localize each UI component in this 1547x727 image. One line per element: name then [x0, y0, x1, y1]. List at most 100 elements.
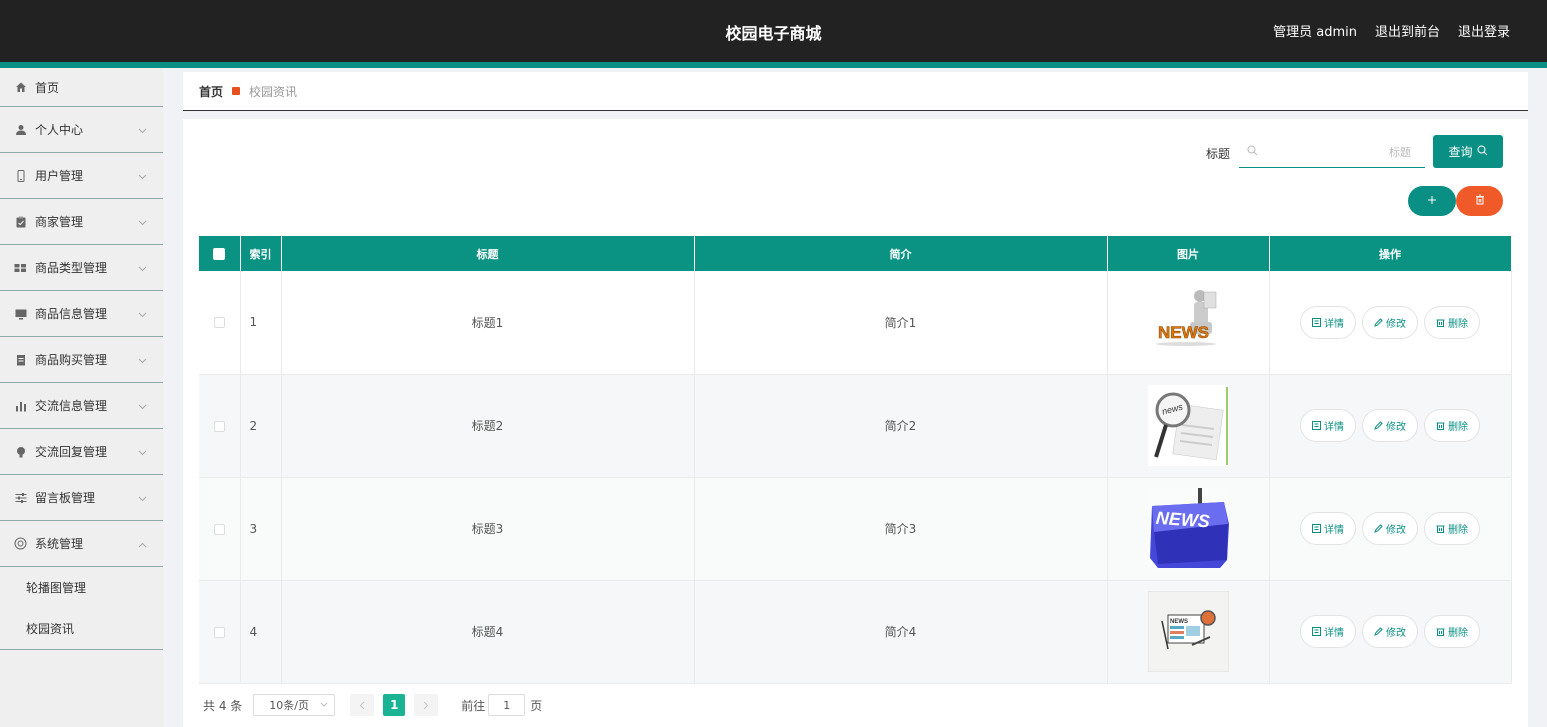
- news-thumbnail: news: [1147, 385, 1229, 466]
- chevron-down-icon: [138, 307, 147, 321]
- sidebar-item-users[interactable]: 用户管理: [0, 153, 163, 199]
- row-checkbox[interactable]: [213, 420, 225, 432]
- breadcrumb-home[interactable]: 首页: [199, 83, 223, 100]
- chevron-up-icon: [138, 537, 147, 551]
- chevron-down-icon: [138, 123, 147, 137]
- row-checkbox[interactable]: [213, 317, 225, 329]
- breadcrumb: 首页 校园资讯: [183, 72, 1528, 111]
- sidebar-item-product-types[interactable]: 商品类型管理: [0, 245, 163, 291]
- sidebar-item-messages[interactable]: 交流信息管理: [0, 383, 163, 429]
- header-actions: 管理员 admin 退出到前台 退出登录: [1273, 21, 1510, 40]
- trash-icon: [1436, 422, 1445, 430]
- sidebar-item-merchants[interactable]: 商家管理: [0, 199, 163, 245]
- edit-icon: [1374, 524, 1383, 533]
- column-header-index: 索引: [240, 236, 282, 271]
- row-select-cell: [199, 271, 241, 375]
- page-size-value: 10条/页: [269, 699, 309, 712]
- grid-icon: [14, 261, 27, 274]
- sidebar-item-system[interactable]: 系统管理: [0, 521, 163, 567]
- sidebar: 首页 个人中心 用户管理 商家管理 商品类型管理 商品信息管理 商品购买管理 交…: [0, 68, 163, 727]
- edit-label: 修改: [1386, 628, 1406, 639]
- chevron-right-icon: [423, 701, 429, 709]
- top-header: 校园电子商城 管理员 admin 退出到前台 退出登录: [0, 0, 1547, 62]
- row-actions-cell: 详情 修改 删除: [1269, 580, 1512, 684]
- delete-label: 删除: [1448, 525, 1468, 536]
- row-intro: 简介4: [694, 580, 1108, 684]
- query-button[interactable]: 查询: [1433, 135, 1503, 168]
- user-icon: [14, 123, 27, 136]
- prev-page-button[interactable]: [350, 694, 375, 716]
- edit-icon: [1374, 421, 1383, 430]
- logout-link[interactable]: 退出登录: [1458, 21, 1510, 40]
- trash-icon: [1436, 628, 1445, 636]
- delete-button[interactable]: 删除: [1424, 512, 1480, 545]
- detail-button[interactable]: 详情: [1300, 512, 1356, 545]
- row-intro: 简介2: [694, 374, 1108, 478]
- sidebar-item-label: 留言板管理: [35, 491, 96, 505]
- table-row: 2 标题2 简介2 news 详情 修改 删除: [199, 374, 1512, 478]
- sidebar-item-label: 系统管理: [35, 537, 84, 551]
- row-intro: 简介1: [694, 271, 1108, 375]
- delete-button[interactable]: 删除: [1424, 409, 1480, 442]
- svg-text:NEWS: NEWS: [1155, 508, 1210, 532]
- query-button-label: 查询: [1448, 145, 1473, 159]
- detail-icon: [1312, 317, 1321, 327]
- sidebar-item-profile[interactable]: 个人中心: [0, 107, 163, 153]
- row-image-cell: NEWS: [1107, 477, 1270, 581]
- svg-text:NEWS: NEWS: [1158, 323, 1209, 342]
- delete-button[interactable]: 删除: [1424, 305, 1480, 339]
- batch-delete-button[interactable]: [1456, 186, 1503, 216]
- column-header-title: 标题: [281, 236, 695, 271]
- delete-button[interactable]: 删除: [1424, 615, 1480, 648]
- sidebar-item-replies[interactable]: 交流回复管理: [0, 429, 163, 475]
- back-to-front-link[interactable]: 退出到前台: [1375, 21, 1440, 40]
- row-checkbox[interactable]: [213, 523, 225, 535]
- breadcrumb-separator-icon: [232, 87, 241, 95]
- sidebar-subitem-campus-news[interactable]: 校园资讯: [0, 608, 163, 649]
- page-size-select[interactable]: 10条/页: [253, 694, 336, 716]
- row-image-cell: NEWS: [1107, 580, 1270, 684]
- chevron-down-icon: [138, 261, 147, 275]
- row-checkbox[interactable]: [213, 626, 225, 638]
- edit-button[interactable]: 修改: [1362, 409, 1418, 442]
- edit-label: 修改: [1386, 318, 1406, 330]
- search-input[interactable]: [1261, 145, 1411, 159]
- sidebar-item-guestbook[interactable]: 留言板管理: [0, 475, 163, 521]
- edit-icon: [1374, 627, 1383, 636]
- detail-button[interactable]: 详情: [1300, 409, 1356, 442]
- sidebar-item-home[interactable]: 首页: [0, 68, 163, 107]
- row-title: 标题1: [281, 271, 695, 375]
- detail-label: 详情: [1324, 318, 1344, 330]
- chevron-down-icon: [138, 399, 147, 413]
- admin-label: 管理员 admin: [1273, 25, 1357, 40]
- table-row: 4 标题4 简介4 NEWS 详情 修改 删除: [199, 580, 1512, 684]
- chevron-down-icon: [138, 491, 147, 505]
- select-all-checkbox[interactable]: [213, 248, 226, 260]
- goto-page-input[interactable]: 1: [488, 694, 526, 716]
- detail-label: 详情: [1324, 628, 1344, 639]
- edit-button[interactable]: 修改: [1362, 615, 1418, 648]
- row-index: 3: [240, 477, 282, 581]
- news-thumbnail: NEWS: [1147, 488, 1229, 569]
- trash-icon: [1475, 194, 1485, 208]
- edit-label: 修改: [1386, 422, 1406, 433]
- search-field: [1239, 137, 1425, 168]
- next-page-button[interactable]: [414, 694, 439, 716]
- edit-button[interactable]: 修改: [1362, 512, 1418, 545]
- page-number-current[interactable]: 1: [383, 694, 406, 716]
- detail-button[interactable]: 详情: [1300, 615, 1356, 648]
- detail-button[interactable]: 详情: [1300, 305, 1356, 339]
- sidebar-subitem-carousel[interactable]: 轮播图管理: [0, 567, 163, 608]
- sidebar-item-purchases[interactable]: 商品购买管理: [0, 337, 163, 383]
- row-title: 标题4: [281, 580, 695, 684]
- chevron-down-icon: [138, 215, 147, 229]
- news-thumbnail: NEWS: [1147, 281, 1229, 363]
- sidebar-item-product-info[interactable]: 商品信息管理: [0, 291, 163, 337]
- edit-icon: [1374, 318, 1383, 327]
- sidebar-item-label: 商家管理: [35, 215, 84, 229]
- add-button[interactable]: [1408, 186, 1456, 216]
- search-icon: [1477, 145, 1488, 159]
- edit-button[interactable]: 修改: [1362, 305, 1418, 339]
- home-icon: [14, 81, 27, 94]
- table-row: 3 标题3 简介3 NEWS 详情 修改 删除: [199, 477, 1512, 581]
